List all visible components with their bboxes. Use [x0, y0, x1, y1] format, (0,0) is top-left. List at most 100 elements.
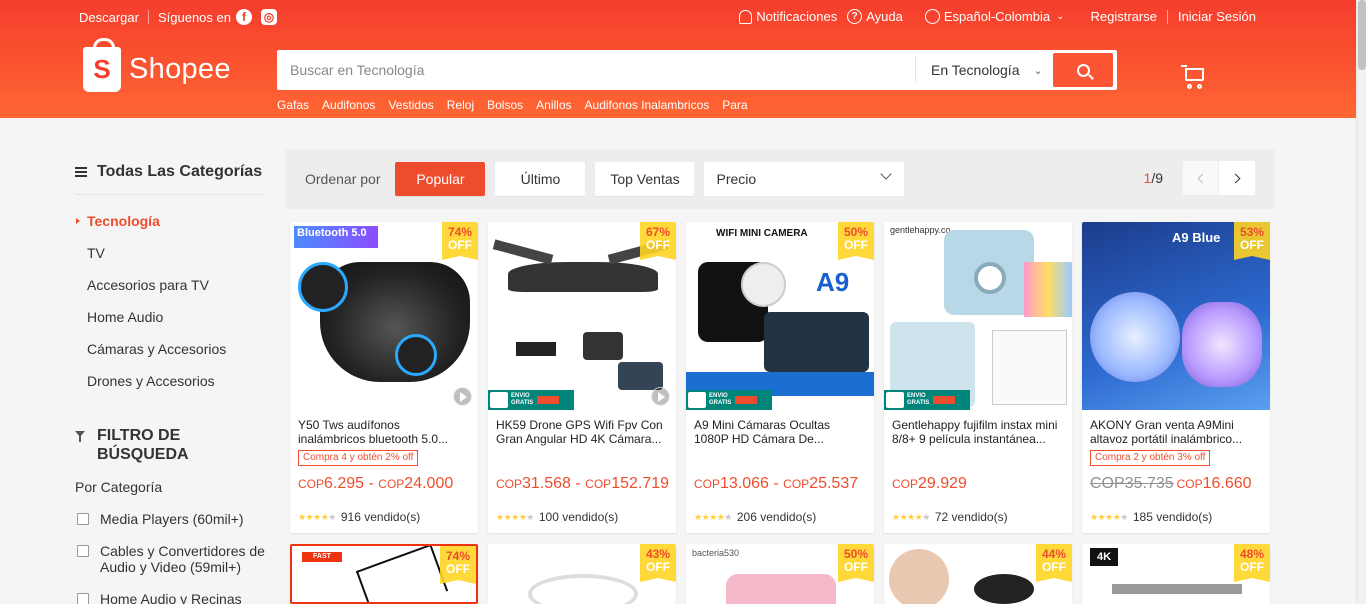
search-icon [1076, 63, 1090, 77]
keyword-link[interactable]: Audifonos Inalambricos [585, 98, 710, 112]
globe-icon [924, 9, 940, 24]
filter-option[interactable]: Media Players (60mil+) [75, 511, 270, 527]
follow-label: Síguenos en [157, 9, 231, 25]
product-image-label: 4K [1090, 548, 1118, 566]
product-name: Y50 Tws audífonos inalámbricos bluetooth… [298, 418, 449, 446]
product-price: COP6.295 - COP24.000 [298, 475, 454, 492]
search-button[interactable] [1053, 53, 1113, 87]
shopee-logo[interactable]: S Shopee [83, 38, 231, 92]
filter-checkbox[interactable] [77, 545, 89, 557]
product-image: gentlehappy.co ENVIO GRATIS [884, 222, 1072, 410]
topbar-right: Notificaciones ? Ayuda Español-Colombia … [729, 9, 1256, 24]
divider [147, 10, 149, 24]
star-rating-icon: ★★★★★ [298, 511, 336, 522]
sold-count: 72 vendido(s) [934, 510, 1008, 524]
product-name: HK59 Drone GPS Wifi Fpv Con Gran Angular… [496, 418, 663, 446]
cart-icon[interactable] [1181, 64, 1207, 90]
category-item-cameras[interactable]: Cámaras y Accesorios [75, 342, 270, 374]
filter-checkbox[interactable] [77, 593, 89, 604]
bell-icon [739, 9, 753, 24]
sort-label: Ordenar por [305, 171, 381, 187]
scrollbar-thumb[interactable] [1358, 0, 1366, 70]
next-page-button[interactable] [1219, 161, 1255, 195]
shopping-bag-icon: S [83, 38, 121, 92]
help-label: Ayuda [866, 9, 903, 24]
product-name: Gentlehappy fujifilm instax mini 8/8+ 9 … [892, 418, 1058, 446]
category-item-tecnologia[interactable]: Tecnología [75, 214, 270, 246]
product-card[interactable]: Bluetooth 5.0 74% OFF Y50 Tws audífonos i… [290, 222, 478, 533]
filter-checkbox[interactable] [77, 513, 89, 525]
product-card[interactable]: 44% OFF [884, 544, 1072, 604]
language-label: Español-Colombia [943, 9, 1051, 24]
register-link[interactable]: Registrarse [1090, 9, 1156, 24]
prev-page-button[interactable] [1183, 161, 1219, 195]
login-link[interactable]: Iniciar Sesión [1178, 9, 1256, 24]
keyword-link[interactable]: Reloj [447, 98, 474, 112]
play-video-icon[interactable] [453, 387, 472, 406]
product-price: COP13.066 - COP25.537 [694, 475, 859, 492]
mini-pagination: 1/9 [1144, 161, 1255, 195]
product-card[interactable]: 4K 48% OFF [1082, 544, 1270, 604]
keyword-link[interactable]: Gafas [277, 98, 309, 112]
filter-option[interactable]: Cables y Convertidores de Audio y Video … [75, 543, 270, 575]
page-scrollbar[interactable] [1356, 0, 1366, 604]
discount-badge: 74% OFF [442, 222, 478, 260]
discount-badge: 50% OFF [838, 222, 874, 260]
filter-option-label: Home Audio y Recinas [100, 591, 242, 604]
all-categories-label: Todas Las Categorías [97, 163, 263, 180]
keyword-link[interactable]: Audifonos [322, 98, 375, 112]
category-item-tv[interactable]: TV [75, 246, 270, 278]
sort-bar: Ordenar por Popular Último Top Ventas Pr… [285, 149, 1275, 209]
truck-icon [490, 392, 508, 408]
filter-option[interactable]: Home Audio y Recinas [75, 591, 270, 604]
by-category-label: Por Categoría [75, 479, 163, 495]
instagram-icon[interactable]: ◎ [260, 9, 277, 25]
product-card[interactable]: 67% OFF ENVIO GRATIS HK59 Drone GPS Wifi F… [488, 222, 676, 533]
product-card[interactable]: FAST DELIVERY 74% OFF [290, 544, 478, 604]
help-link[interactable]: ? Ayuda [847, 9, 903, 24]
category-item-drones[interactable]: Drones y Accesorios [75, 374, 270, 406]
sold-count: 916 vendido(s) [340, 510, 421, 524]
discount-badge: 67% OFF [640, 222, 676, 260]
notifications-link[interactable]: Notificaciones [739, 9, 837, 24]
sort-latest-button[interactable]: Último [495, 162, 586, 196]
download-link[interactable]: Descargar [79, 10, 139, 25]
product-card[interactable]: gentlehappy.co ENVIO GRATIS Gentlehappy f… [884, 222, 1072, 533]
help-icon: ? [847, 9, 863, 24]
product-card[interactable]: 43% OFF [488, 544, 676, 604]
search-input[interactable] [277, 50, 915, 90]
product-rating: ★★★★★ 72 vendido(s) [892, 510, 1008, 524]
truck-icon [688, 392, 706, 408]
product-name: A9 Mini Cámaras Ocultas 1080P HD Cámara … [694, 418, 831, 446]
sort-popular-button[interactable]: Popular [395, 162, 486, 196]
product-card[interactable]: WIFI MINI CAMERA A9 50% OFF ENVIO GRATIS A… [686, 222, 874, 533]
product-image: Bluetooth 5.0 74% OFF [290, 222, 478, 410]
category-item-home-audio[interactable]: Home Audio [75, 310, 270, 342]
free-shipping-badge: ENVIO GRATIS [686, 390, 772, 410]
all-categories-heading[interactable]: Todas Las Categorías [75, 150, 265, 195]
chevron-down-icon: ⌄ [1056, 11, 1065, 22]
search-suggestions: Gafas Audifonos Vestidos Reloj Bolsos An… [277, 98, 761, 112]
keyword-link[interactable]: Vestidos [388, 98, 433, 112]
page-indicator: 1/9 [1144, 170, 1163, 186]
keyword-link[interactable]: Bolsos [487, 98, 523, 112]
chevron-down-icon: ⌄ [1033, 64, 1043, 77]
product-image: WIFI MINI CAMERA A9 50% OFF ENVIO GRATIS [686, 222, 874, 410]
keyword-link[interactable]: Anillos [536, 98, 571, 112]
product-image-label: bacteria530 [692, 548, 740, 558]
facebook-icon[interactable]: f [235, 9, 252, 25]
language-selector[interactable]: Español-Colombia ⌄ [924, 9, 1065, 24]
keyword-link[interactable]: Para [722, 98, 747, 112]
category-item-tv-accessories[interactable]: Accesorios para TV [75, 278, 270, 310]
discount-badge: 74% OFF [440, 546, 476, 584]
product-card[interactable]: A9 Blue 53% OFF AKONY Gran venta A9Mini a… [1082, 222, 1270, 533]
sort-price-dropdown[interactable]: Precio [704, 162, 905, 196]
sort-top-sales-button[interactable]: Top Ventas [595, 162, 695, 196]
product-image: A9 Blue 53% OFF [1082, 222, 1270, 410]
free-shipping-badge: ENVIO GRATIS [488, 390, 574, 410]
product-card[interactable]: bacteria530 50% OFF [686, 544, 874, 604]
truck-icon [886, 392, 904, 408]
play-video-icon[interactable] [651, 387, 670, 406]
search-scope-dropdown[interactable]: En Tecnología ⌄ [915, 57, 1053, 83]
notifications-label: Notificaciones [756, 9, 838, 24]
